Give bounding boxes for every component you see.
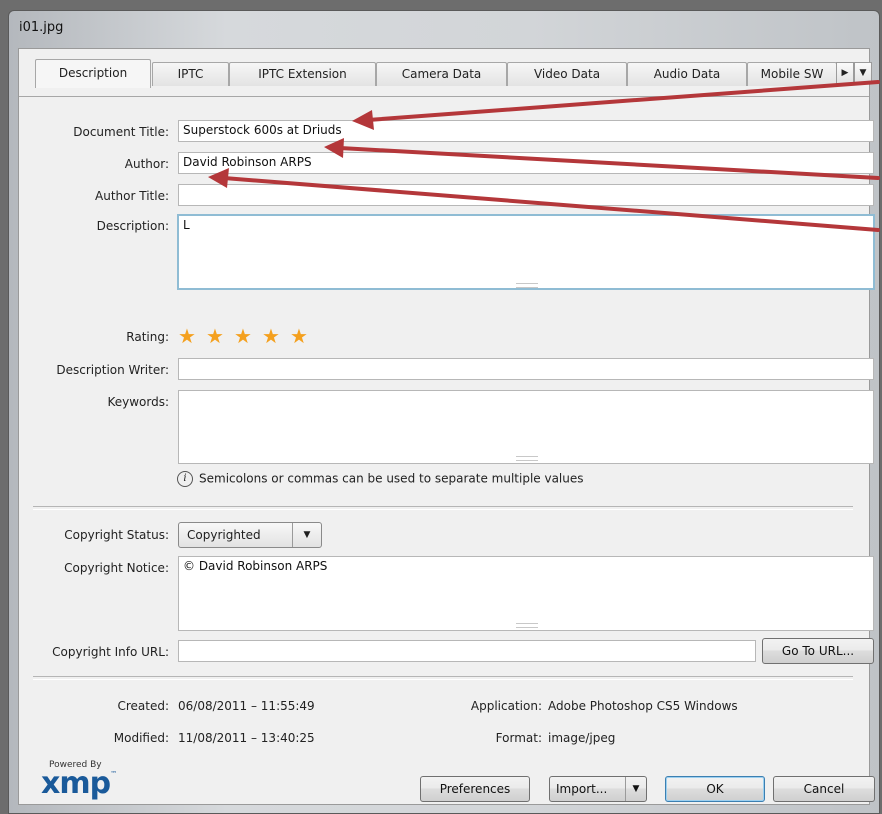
- separator: [33, 676, 853, 680]
- rating-label: Rating:: [126, 330, 169, 344]
- title-bar[interactable]: i01.jpg: [9, 11, 879, 47]
- info-icon: i: [177, 471, 193, 487]
- author-input[interactable]: David Robinson ARPS: [178, 152, 874, 174]
- tab-iptc-extension[interactable]: IPTC Extension: [229, 62, 376, 86]
- author-title-label: Author Title:: [95, 189, 169, 203]
- keywords-hint-text: Semicolons or commas can be used to sepa…: [199, 471, 584, 486]
- description-resize-grip[interactable]: [516, 283, 538, 288]
- cancel-button[interactable]: Cancel: [773, 776, 875, 802]
- tab-mobile-sw[interactable]: Mobile SW: [747, 62, 837, 86]
- author-title-input[interactable]: [178, 184, 874, 206]
- star-icon[interactable]: ★: [178, 326, 206, 346]
- modified-label: Modified:: [113, 731, 169, 745]
- import-button[interactable]: Import... ▼: [549, 776, 647, 802]
- keywords-label: Keywords:: [107, 395, 169, 409]
- tab-iptc[interactable]: IPTC: [152, 62, 229, 86]
- chevron-down-icon[interactable]: ▼: [292, 523, 321, 547]
- import-button-label: Import...: [556, 782, 608, 796]
- star-icon[interactable]: ★: [262, 326, 290, 346]
- tab-video-data[interactable]: Video Data: [507, 62, 627, 86]
- application-label: Application:: [470, 699, 542, 713]
- description-label: Description:: [96, 219, 169, 233]
- tab-menu-icon[interactable]: ▼: [854, 62, 872, 84]
- star-icon[interactable]: ★: [290, 326, 318, 346]
- description-writer-label: Description Writer:: [56, 363, 169, 377]
- window-title: i01.jpg: [19, 20, 64, 35]
- chevron-down-icon[interactable]: ▼: [625, 777, 646, 801]
- modified-value: 11/08/2011 – 13:40:25: [178, 731, 315, 745]
- go-to-url-button[interactable]: Go To URL...: [762, 638, 874, 664]
- format-value: image/jpeg: [548, 731, 616, 745]
- keywords-resize-grip[interactable]: [516, 456, 538, 461]
- keywords-hint: i Semicolons or commas can be used to sep…: [177, 471, 584, 487]
- xmp-logo-text: xmp: [41, 766, 111, 801]
- keywords-textarea[interactable]: [178, 390, 874, 464]
- copyright-notice-textarea[interactable]: © David Robinson ARPS: [178, 556, 874, 631]
- tab-camera-data[interactable]: Camera Data: [376, 62, 507, 86]
- ok-button[interactable]: OK: [665, 776, 765, 802]
- tab-strip: Description IPTC IPTC Extension Camera D…: [19, 59, 872, 97]
- star-icon[interactable]: ★: [234, 326, 262, 346]
- created-value: 06/08/2011 – 11:55:49: [178, 699, 315, 713]
- description-writer-input[interactable]: [178, 358, 874, 380]
- tab-description[interactable]: Description: [35, 59, 151, 88]
- copyright-status-select[interactable]: Copyrighted ▼: [178, 522, 322, 548]
- star-icon[interactable]: ★: [206, 326, 234, 346]
- description-textarea[interactable]: L: [177, 214, 875, 290]
- created-label: Created:: [117, 699, 169, 713]
- document-title-label: Document Title:: [73, 125, 169, 139]
- tab-audio-data[interactable]: Audio Data: [627, 62, 747, 86]
- separator: [33, 506, 853, 510]
- rating-stars[interactable]: ★ ★ ★ ★ ★: [178, 326, 318, 346]
- xmp-trademark: ™: [110, 770, 118, 778]
- tab-scroll-right-icon[interactable]: ▶: [836, 62, 854, 84]
- document-title-input[interactable]: Superstock 600s at Driuds: [178, 120, 874, 142]
- copyright-status-label: Copyright Status:: [64, 528, 169, 542]
- format-label: Format:: [495, 731, 542, 745]
- copyright-url-input[interactable]: [178, 640, 756, 662]
- preferences-button[interactable]: Preferences: [420, 776, 530, 802]
- copyright-notice-label: Copyright Notice:: [64, 561, 169, 575]
- tab-underline: [19, 96, 869, 97]
- metadata-dialog: i01.jpg Description IPTC IPTC Extension …: [8, 10, 880, 814]
- copyright-url-label: Copyright Info URL:: [52, 645, 169, 659]
- copyright-status-value: Copyrighted: [187, 528, 261, 542]
- copyright-notice-resize-grip[interactable]: [516, 623, 538, 628]
- author-label: Author:: [124, 157, 169, 171]
- xmp-logo: Powered By xmp™: [41, 760, 118, 801]
- dialog-client-area: Description IPTC IPTC Extension Camera D…: [18, 48, 875, 805]
- application-value: Adobe Photoshop CS5 Windows: [548, 699, 738, 713]
